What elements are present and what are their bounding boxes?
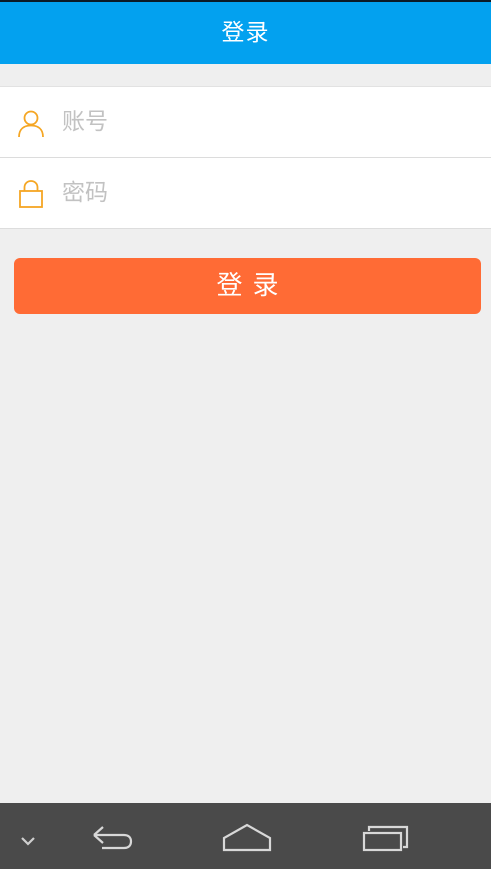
home-icon[interactable] <box>217 813 277 859</box>
login-button[interactable]: 登录 <box>14 258 481 314</box>
page-title: 登录 <box>221 20 270 46</box>
back-icon[interactable] <box>80 813 140 859</box>
recents-icon[interactable] <box>355 813 415 859</box>
login-form <box>0 86 491 229</box>
app-header: 登录 <box>0 0 491 64</box>
login-screen: 登录 登录 <box>0 0 491 869</box>
account-input[interactable] <box>62 101 462 143</box>
lock-icon <box>19 180 43 208</box>
user-icon <box>18 110 44 138</box>
password-row <box>0 158 491 228</box>
chevron-down-icon[interactable] <box>12 813 44 859</box>
account-row <box>0 87 491 158</box>
password-input[interactable] <box>62 172 462 214</box>
system-navbar <box>0 803 491 869</box>
